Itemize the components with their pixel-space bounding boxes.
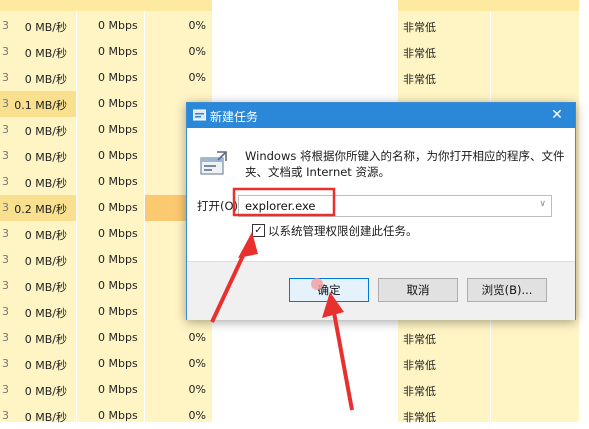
table-row[interactable]: 3 0 MB/秒 0 Mbps 0% 非常低 [0,39,589,65]
row-edge-mark: 3 [2,253,9,266]
network-value: 0 Mbps [98,331,138,344]
row-edge-mark: 3 [2,409,9,422]
network-value: 0 Mbps [98,45,138,58]
close-icon: ✕ [551,107,563,123]
dialog-description: Windows 将根据你所键入的名称，为你打开相应的程序、文件夹、文档或 Int… [245,149,565,179]
network-value: 0 Mbps [98,383,138,396]
row-edge-mark: 3 [2,19,9,32]
close-button[interactable]: ✕ [539,103,575,128]
open-input[interactable]: explorer.exe [245,199,316,213]
dialog-footer: 确定 取消 浏览(B)... [187,261,575,320]
network-value: 0 Mbps [98,253,138,266]
network-value: 0 Mbps [98,175,138,188]
power-value: 非常低 [403,73,436,86]
network-value: 0 Mbps [98,123,138,136]
row-edge-mark: 3 [2,279,9,292]
row-edge-mark: 3 [2,45,9,58]
row-edge-mark: 3 [2,97,9,110]
disk-value: 0.1 MB/秒 [14,99,67,112]
row-edge-mark: 3 [2,331,9,344]
admin-privilege-label: 以系统管理权限创建此任务。 [268,224,418,238]
row-edge-mark: 3 [2,383,9,396]
power-value: 非常低 [403,21,436,34]
power-value: 非常低 [403,359,436,372]
disk-value: 0 MB/秒 [24,385,67,398]
disk-value: 0 MB/秒 [24,177,67,190]
network-value: 0 Mbps [98,305,138,318]
table-row[interactable]: 3 0 MB/秒 0 Mbps 0% 非常低 [0,403,589,429]
table-row[interactable]: 3 0 MB/秒 0 Mbps 0% 非常低 [0,377,589,403]
row-edge-mark: 3 [2,357,9,370]
gpu-value: 0% [188,331,206,344]
disk-value: 0 MB/秒 [24,281,67,294]
row-edge-mark: 3 [2,305,9,318]
gpu-value: 0% [188,383,206,396]
disk-value: 0 MB/秒 [24,307,67,320]
browse-button[interactable]: 浏览(B)... [467,278,547,302]
ok-button[interactable]: 确定 [289,278,369,302]
run-program-icon [200,151,227,175]
network-value: 0 Mbps [98,201,138,214]
disk-value: 0 MB/秒 [24,47,67,60]
disk-value: 0 MB/秒 [24,125,67,138]
row-edge-mark: 3 [2,227,9,240]
network-value: 0 Mbps [98,409,138,422]
dialog-titlebar[interactable]: 新建任务 ✕ [187,103,575,128]
disk-value: 0 MB/秒 [24,229,67,242]
chevron-down-icon[interactable]: ∨ [539,199,546,209]
open-combobox[interactable]: explorer.exe ∨ [238,195,552,217]
power-value: 非常低 [403,411,436,424]
disk-value: 0 MB/秒 [24,255,67,268]
power-value: 非常低 [403,333,436,346]
gpu-value: 0% [188,357,206,370]
disk-value: 0 MB/秒 [24,359,67,372]
open-label: 打开(O): [197,199,242,213]
row-edge-mark: 3 [2,201,9,214]
table-row[interactable]: 3 0 MB/秒 0 Mbps 0% 非常低 [0,351,589,377]
admin-privilege-checkbox[interactable]: ✓ [252,224,265,237]
network-value: 0 Mbps [98,19,138,32]
run-icon [193,109,206,121]
network-value: 0 Mbps [98,97,138,110]
disk-value: 0 MB/秒 [24,21,67,34]
cancel-button[interactable]: 取消 [378,278,458,302]
disk-value: 0 MB/秒 [24,333,67,346]
network-value: 0 Mbps [98,357,138,370]
network-value: 0 Mbps [98,227,138,240]
row-edge-mark: 3 [2,175,9,188]
disk-value: 0 MB/秒 [24,73,67,86]
disk-value: 0 MB/秒 [24,411,67,424]
table-row[interactable]: 3 0 MB/秒 0 Mbps 0% 非常低 [0,65,589,91]
table-row[interactable]: 3 0 MB/秒 0 Mbps 0% 非常低 [0,13,589,39]
gpu-value: 0% [188,19,206,32]
create-new-task-dialog: 新建任务 ✕ Windows 将根据你所键入的名称，为你打开相应的程序、文件夹、… [186,102,576,320]
dialog-title: 新建任务 [210,110,259,124]
network-value: 0 Mbps [98,279,138,292]
disk-value: 0 MB/秒 [24,151,67,164]
gpu-value: 0% [188,71,206,84]
table-row[interactable]: 3 0 MB/秒 0 Mbps 0% 非常低 [0,325,589,351]
network-value: 0 Mbps [98,149,138,162]
network-value: 0 Mbps [98,71,138,84]
power-value: 非常低 [403,385,436,398]
row-edge-mark: 3 [2,71,9,84]
row-edge-mark: 3 [2,149,9,162]
gpu-value: 0% [188,45,206,58]
row-edge-mark: 3 [2,123,9,136]
power-value: 非常低 [403,47,436,60]
disk-value: 0.2 MB/秒 [14,203,67,216]
gpu-value: 0% [188,409,206,422]
